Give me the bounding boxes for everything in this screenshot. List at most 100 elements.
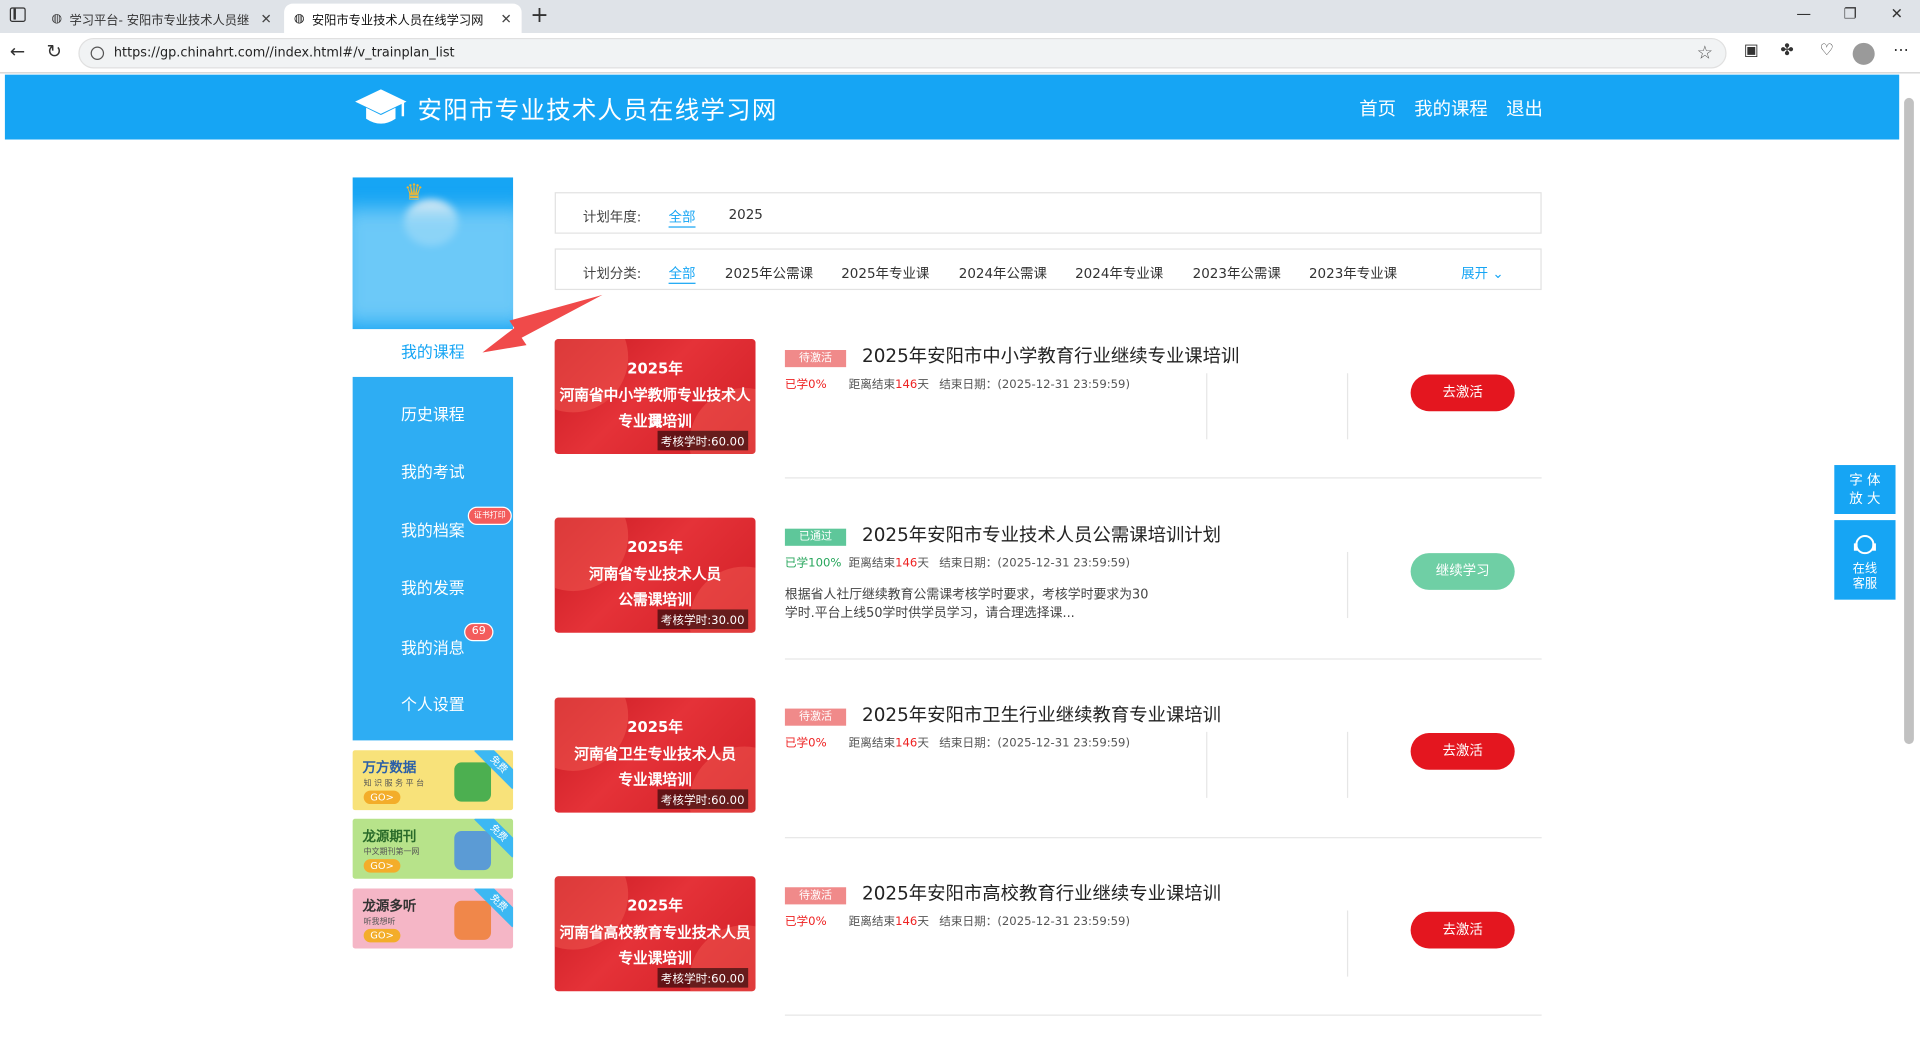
category-filter-option[interactable]: 2025年专业课 — [841, 263, 929, 283]
ad-go-button[interactable]: GO> — [363, 859, 401, 873]
minimize-icon[interactable]: — — [1785, 5, 1822, 22]
category-filter-bar: 计划分类: 全部 2025年公需课 2025年专业课 2024年公需课 2024… — [554, 248, 1542, 291]
url-text: https://gp.chinahrt.com//index.html#/v_t… — [113, 45, 455, 60]
course-hours: 考核学时:60.00 — [657, 430, 749, 451]
year-filter-all[interactable]: 全部 — [668, 207, 696, 228]
course-thumbnail[interactable]: 2025年 河南省中小学教师专业技术人员 专业课培训 考核学时:60.00 — [554, 338, 756, 455]
course-end-date: 结束日期：(2025-12-31 23:59:59) — [939, 378, 1130, 392]
browser-tab-bar: ◍ 学习平台- 安阳市专业技术人员继 ✕ ◍ 安阳市专业技术人员在线学习网 ✕ … — [0, 0, 1920, 34]
divider — [1346, 910, 1349, 977]
course-thumbnail[interactable]: 2025年 河南省专业技术人员 公需课培训 考核学时:30.00 — [554, 517, 756, 633]
close-tab-icon[interactable]: ✕ — [501, 10, 512, 26]
divider — [784, 837, 1542, 839]
sidebar-item-settings[interactable]: 个人设置 — [353, 691, 513, 714]
course-title[interactable]: 2025年安阳市专业技术人员公需课培训计划 — [862, 521, 1221, 547]
sidebar-item-history[interactable]: 历史课程 — [353, 401, 513, 424]
sidebar-item-my-courses[interactable]: 我的课程 — [352, 329, 514, 377]
status-badge: 待激活 — [784, 708, 847, 726]
message-count-badge: 69 — [464, 622, 494, 642]
online-service-label: 在线 客服 — [1852, 562, 1878, 592]
course-title[interactable]: 2025年安阳市高校教育行业继续专业课培训 — [862, 880, 1221, 906]
divider — [784, 1014, 1542, 1016]
ad-wanfang-data[interactable]: 万方数据 知 识 服 务 平 台 GO> 免费 — [352, 750, 514, 811]
activate-button[interactable]: 去激活 — [1410, 374, 1515, 412]
thumb-line: 2025年 — [627, 718, 683, 736]
course-countdown: 距离结束146天 — [848, 378, 929, 392]
profile-avatar[interactable] — [1852, 42, 1875, 65]
browser-tab-1[interactable]: ◍ 学习平台- 安阳市专业技术人员继 ✕ — [42, 4, 282, 33]
scrollbar-thumb[interactable] — [1904, 97, 1914, 745]
restore-icon[interactable]: ❐ — [1832, 5, 1869, 22]
close-tab-icon[interactable]: ✕ — [261, 10, 272, 26]
course-hours: 考核学时:60.00 — [657, 968, 749, 988]
extensions-icon[interactable]: ✤ — [1780, 42, 1793, 60]
new-tab-button[interactable]: + — [530, 2, 548, 28]
course-progress: 已学0% — [784, 736, 827, 751]
nav-logout-link[interactable]: 退出 — [1506, 95, 1543, 121]
browser-tab-2[interactable]: ◍ 安阳市专业技术人员在线学习网 ✕ — [284, 3, 522, 34]
continue-learning-button[interactable]: 继续学习 — [1410, 553, 1515, 590]
course-card: 2025年 河南省卫生专业技术人员 专业课培训 考核学时:60.00 待激活 2… — [554, 697, 1542, 860]
magazine-icon — [454, 830, 492, 871]
divider — [1346, 731, 1349, 798]
category-filter-option[interactable]: 2023年公需课 — [1193, 263, 1281, 283]
ad-title: 万方数据 — [362, 759, 417, 776]
tab-title: 安阳市专业技术人员在线学习网 — [311, 14, 484, 28]
course-title[interactable]: 2025年安阳市卫生行业继续教育专业课培训 — [862, 701, 1221, 727]
thumb-line: 河南省卫生专业技术人员 — [574, 745, 736, 763]
sidebar-menu: 历史课程 我的考试 我的档案 证书打印 我的发票 我的消息 69 个人设置 — [352, 376, 514, 741]
site-info-icon[interactable] — [90, 46, 105, 60]
category-filter-option[interactable]: 2024年公需课 — [959, 263, 1047, 283]
back-icon[interactable]: ← — [10, 40, 25, 62]
divider — [784, 658, 1542, 660]
ad-go-button[interactable]: GO> — [363, 790, 401, 805]
sidebar-item-exams[interactable]: 我的考试 — [353, 459, 513, 482]
activate-button[interactable]: 去激活 — [1410, 733, 1515, 770]
reload-icon[interactable]: ↻ — [47, 40, 62, 62]
divider — [784, 477, 1542, 479]
address-bar-row: ← ↻ https://gp.chinahrt.com//index.html#… — [0, 33, 1920, 74]
headset-icon — [1853, 535, 1876, 555]
chevron-down-icon: ⌄ — [1492, 265, 1504, 282]
ad-subtitle: 中文期刊第一网 — [363, 846, 420, 857]
tab-actions-icon[interactable] — [9, 7, 26, 23]
category-filter-option[interactable]: 2024年专业课 — [1075, 263, 1163, 283]
category-filter-option[interactable]: 2023年专业课 — [1309, 263, 1397, 283]
favorite-star-icon[interactable]: ☆ — [1697, 42, 1713, 64]
course-title[interactable]: 2025年安阳市中小学教育行业继续专业课培训 — [862, 343, 1239, 369]
ad-subtitle: 知 识 服 务 平 台 — [363, 778, 425, 789]
course-hours: 考核学时:30.00 — [657, 609, 749, 630]
course-card: 2025年 河南省专业技术人员 公需课培训 考核学时:30.00 已通过 202… — [554, 517, 1542, 680]
ad-longyuan-journal[interactable]: 龙源期刊 中文期刊第一网 GO> 免费 — [352, 818, 514, 879]
user-profile-card: ♛ — [352, 177, 514, 330]
course-end-date: 结束日期：(2025-12-31 23:59:59) — [939, 556, 1130, 571]
ad-go-button[interactable]: GO> — [363, 928, 401, 943]
thumb-line: 河南省专业技术人员 — [588, 565, 722, 583]
course-progress: 已学0% — [784, 915, 827, 929]
expand-filters-button[interactable]: 展开 ⌄ — [1461, 263, 1504, 283]
category-filter-label: 计划分类: — [582, 265, 642, 282]
course-countdown: 距离结束146天 — [848, 915, 929, 929]
more-menu-icon[interactable]: ⋯ — [1893, 42, 1909, 60]
url-input[interactable]: https://gp.chinahrt.com//index.html#/v_t… — [78, 37, 1727, 69]
divider — [1206, 731, 1208, 798]
category-filter-all[interactable]: 全部 — [668, 263, 696, 284]
globe-icon: ◍ — [51, 11, 63, 26]
course-thumbnail[interactable]: 2025年 河南省卫生专业技术人员 专业课培训 考核学时:60.00 — [554, 697, 756, 813]
font-enlarge-button[interactable]: 字 体 放 大 — [1834, 465, 1896, 514]
collections-icon[interactable]: ▣ — [1744, 42, 1759, 60]
category-filter-option[interactable]: 2025年公需课 — [725, 263, 813, 283]
browser-essentials-icon[interactable]: ♡ — [1820, 42, 1834, 60]
online-service-button[interactable]: 在线 客服 — [1834, 520, 1896, 600]
certificate-print-badge[interactable]: 证书打印 — [467, 506, 512, 526]
course-thumbnail[interactable]: 2025年 河南省高校教育专业技术人员 专业课培训 考核学时:60.00 — [554, 876, 756, 992]
nav-my-courses-link[interactable]: 我的课程 — [1414, 95, 1487, 121]
nav-home-link[interactable]: 首页 — [1359, 95, 1396, 121]
sidebar-item-invoices[interactable]: 我的发票 — [353, 575, 513, 598]
activate-button[interactable]: 去激活 — [1410, 911, 1515, 949]
books-icon — [454, 762, 492, 802]
year-filter-2025[interactable]: 2025 — [729, 207, 763, 223]
ad-longyuan-listen[interactable]: 龙源多听 听我想听 GO> 免费 — [352, 888, 514, 949]
divider — [1346, 551, 1349, 619]
window-close-icon[interactable]: ✕ — [1878, 5, 1915, 22]
